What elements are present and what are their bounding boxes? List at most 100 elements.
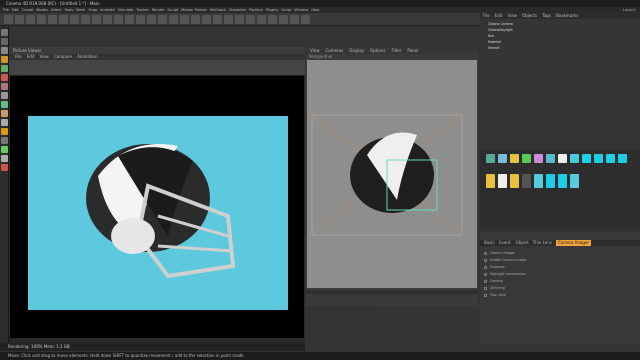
- left-tool-button[interactable]: [1, 65, 8, 72]
- left-tool-button[interactable]: [1, 164, 8, 171]
- toolbar-button[interactable]: [37, 15, 46, 24]
- attr-row[interactable]: Enable Camera Imager: [484, 257, 634, 263]
- left-tool-button[interactable]: [1, 47, 8, 54]
- om-menu-bookmarks[interactable]: Bookmarks: [556, 13, 578, 19]
- octane-shelf-icon[interactable]: [594, 154, 603, 163]
- toolbar-button[interactable]: [290, 15, 299, 24]
- toolbar-button[interactable]: [136, 15, 145, 24]
- left-tool-button[interactable]: [1, 29, 8, 36]
- toolbar-button[interactable]: [158, 15, 167, 24]
- octane-shelf-icon[interactable]: [558, 154, 567, 163]
- octane-shelf-icon[interactable]: [606, 154, 615, 163]
- object-row-material[interactable]: Material: [482, 40, 582, 45]
- octane-shelf-icon[interactable]: [522, 154, 531, 163]
- octane-tool-icon[interactable]: [534, 174, 543, 188]
- octane-shelf-icon[interactable]: [618, 154, 627, 163]
- left-tool-button[interactable]: [1, 83, 8, 90]
- octane-shelf-icon[interactable]: [534, 154, 543, 163]
- checkbox[interactable]: [484, 258, 487, 262]
- attr-tab-coord-[interactable]: Coord.: [499, 240, 512, 246]
- toolbar-button[interactable]: [59, 15, 68, 24]
- toolbar-button[interactable]: [103, 15, 112, 24]
- left-tool-button[interactable]: [1, 137, 8, 144]
- om-menu-edit[interactable]: Edit: [495, 13, 503, 19]
- attr-row[interactable]: Max. tone: [484, 292, 634, 298]
- toolbar-button[interactable]: [279, 15, 288, 24]
- toolbar-button[interactable]: [169, 15, 178, 24]
- checkbox[interactable]: [484, 293, 487, 297]
- toolbar-button[interactable]: [202, 15, 211, 24]
- toolbar-button[interactable]: [4, 15, 13, 24]
- viewport-menu-cameras[interactable]: Cameras: [326, 47, 344, 54]
- attr-tab-basic[interactable]: Basic: [484, 240, 495, 246]
- checkbox[interactable]: [484, 251, 487, 255]
- left-tool-button[interactable]: [1, 128, 8, 135]
- left-tool-button[interactable]: [1, 74, 8, 81]
- toolbar-button[interactable]: [213, 15, 222, 24]
- octane-shelf-icon[interactable]: [510, 154, 519, 163]
- toolbar-button[interactable]: [257, 15, 266, 24]
- viewport-menu-display[interactable]: Display: [349, 47, 364, 54]
- checkbox[interactable]: [484, 265, 487, 269]
- viewport-menu-options[interactable]: Options: [370, 47, 385, 54]
- toolbar-button[interactable]: [48, 15, 57, 24]
- attr-row[interactable]: Gamma: [484, 278, 634, 284]
- left-tool-button[interactable]: [1, 119, 8, 126]
- object-row-null[interactable]: Null: [482, 34, 582, 39]
- checkbox[interactable]: [484, 279, 487, 283]
- left-tool-button[interactable]: [1, 56, 8, 63]
- octane-tool-icon[interactable]: [510, 174, 519, 188]
- left-tool-button[interactable]: [1, 155, 8, 162]
- om-menu-tags[interactable]: Tags: [542, 13, 551, 19]
- toolbar-button[interactable]: [301, 15, 310, 24]
- toolbar-button[interactable]: [15, 15, 24, 24]
- left-tool-button[interactable]: [1, 110, 8, 117]
- octane-shelf-icon[interactable]: [570, 154, 579, 163]
- octane-shelf-icon[interactable]: [582, 154, 591, 163]
- octane-shelf-icon[interactable]: [498, 154, 507, 163]
- attr-tab-thin-lens[interactable]: Thin Lens: [533, 240, 552, 246]
- left-tool-button[interactable]: [1, 146, 8, 153]
- om-menu-file[interactable]: File: [483, 13, 490, 19]
- toolbar-button[interactable]: [191, 15, 200, 24]
- toolbar-button[interactable]: [70, 15, 79, 24]
- attr-row[interactable]: Camera Imager: [484, 250, 634, 256]
- octane-tool-icon[interactable]: [546, 174, 555, 188]
- toolbar-button[interactable]: [268, 15, 277, 24]
- toolbar-button[interactable]: [224, 15, 233, 24]
- toolbar-button[interactable]: [235, 15, 244, 24]
- left-tool-button[interactable]: [1, 92, 8, 99]
- left-tool-button[interactable]: [1, 38, 8, 45]
- octane-tool-icon[interactable]: [570, 174, 579, 188]
- attr-tab-camera-imager[interactable]: Camera Imager: [555, 240, 591, 246]
- checkbox[interactable]: [484, 272, 487, 276]
- attr-row[interactable]: Dithering: [484, 285, 634, 291]
- object-row-octane-camera[interactable]: Octane Camera: [482, 22, 582, 27]
- octane-shelf-icon[interactable]: [486, 154, 495, 163]
- attr-row[interactable]: Exposure: [484, 264, 634, 270]
- toolbar-button[interactable]: [26, 15, 35, 24]
- toolbar-button[interactable]: [147, 15, 156, 24]
- attr-tab-object[interactable]: Object: [516, 240, 529, 246]
- toolbar-button[interactable]: [246, 15, 255, 24]
- viewport-menu-filter[interactable]: Filter: [391, 47, 401, 54]
- octane-tool-icon[interactable]: [558, 174, 567, 188]
- left-tool-button[interactable]: [1, 101, 8, 108]
- octane-tool-icon[interactable]: [498, 174, 507, 188]
- object-row-octanedaylight[interactable]: OctaneDaylight: [482, 28, 582, 33]
- attr-row[interactable]: Highlight compression: [484, 271, 634, 277]
- toolbar-button[interactable]: [180, 15, 189, 24]
- viewport-menu-view[interactable]: View: [310, 47, 320, 54]
- toolbar-button[interactable]: [92, 15, 101, 24]
- viewport-menu-panel[interactable]: Panel: [407, 47, 418, 54]
- toolbar-button[interactable]: [81, 15, 90, 24]
- octane-shelf-icon[interactable]: [546, 154, 555, 163]
- om-menu-objects[interactable]: Objects: [522, 13, 537, 19]
- object-row-helmet[interactable]: Helmet: [482, 46, 582, 51]
- toolbar-button[interactable]: [125, 15, 134, 24]
- viewport-canvas[interactable]: [307, 60, 477, 288]
- octane-tool-icon[interactable]: [486, 174, 495, 188]
- om-menu-view[interactable]: View: [507, 13, 517, 19]
- checkbox[interactable]: [484, 286, 487, 290]
- octane-tool-icon[interactable]: [522, 174, 531, 188]
